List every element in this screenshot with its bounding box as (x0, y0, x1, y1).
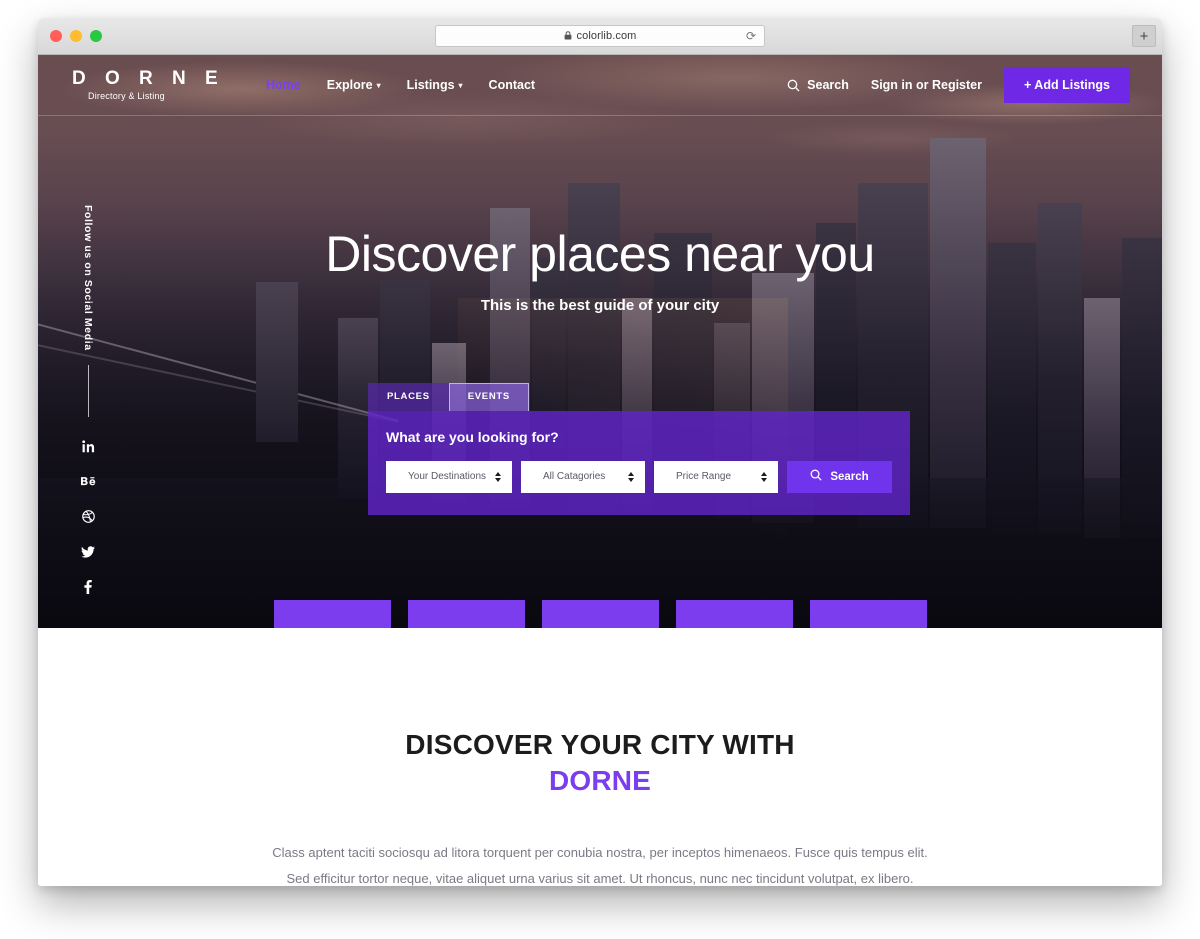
search-icon (787, 79, 800, 92)
search-question: What are you looking for? (386, 428, 559, 445)
site-header: D O R N E Directory & Listing Home Explo… (38, 55, 1162, 116)
stepper-arrows-icon (495, 471, 502, 482)
browser-titlebar: colorlib.com ⟳ + (38, 18, 1162, 55)
nav-item-home[interactable]: Home (266, 78, 301, 92)
social-rail-label: Follow us on Social Media (82, 205, 94, 351)
search-fields: Your Destinations All Catagories Price R… (386, 460, 893, 493)
hero-copy: Discover places near you This is the bes… (38, 226, 1162, 315)
category-select-value: All Catagories (543, 471, 606, 482)
tab-events[interactable]: EVENTS (448, 383, 529, 411)
logo-tagline: Directory & Listing (88, 90, 165, 101)
hero-section: D O R N E Directory & Listing Home Explo… (38, 55, 1162, 628)
new-tab-button[interactable]: + (1132, 25, 1156, 47)
minimize-window-button[interactable] (70, 30, 82, 42)
category-card-hotels[interactable]: Hotels (273, 600, 391, 628)
maximize-window-button[interactable] (90, 30, 102, 42)
nav-label-explore: Explore (326, 78, 373, 92)
site-logo[interactable]: D O R N E Directory & Listing (72, 69, 242, 101)
main-navigation: Home Explore ▾ Listings ▾ Contact (266, 78, 535, 92)
category-card-restaurants[interactable]: Restaurants (407, 600, 525, 628)
search-panel: What are you looking for? Your Destinati… (368, 410, 910, 515)
tab-places[interactable]: PLACES (368, 383, 449, 411)
category-cards: Hotels Restaurants (38, 600, 1162, 628)
chevron-down-icon: ▾ (458, 80, 463, 90)
header-search-label: Search (807, 78, 849, 92)
stepper-arrows-icon (628, 471, 635, 482)
header-search-button[interactable]: Search (787, 78, 849, 92)
hero-search-widget: PLACES EVENTS What are you looking for? … (368, 383, 910, 515)
nav-label-home: Home (266, 78, 301, 92)
close-window-button[interactable] (50, 30, 62, 42)
search-tabs: PLACES EVENTS (368, 383, 910, 411)
twitter-icon[interactable] (80, 544, 96, 560)
discover-heading-line2: DORNE (548, 764, 652, 796)
linkedin-icon[interactable] (80, 439, 96, 455)
window-controls[interactable] (50, 30, 102, 42)
browser-window: colorlib.com ⟳ + D O R N E Directory & L… (38, 18, 1162, 886)
discover-section: DISCOVER YOUR CITY WITH DORNE Class apte… (38, 628, 1162, 886)
add-listings-button[interactable]: + Add Listings (1004, 67, 1130, 103)
nav-label-listings: Listings (406, 78, 455, 92)
header-actions: Search Sign in or Register + Add Listing… (787, 67, 1130, 103)
hero-subtitle: This is the best guide of your city (480, 297, 720, 314)
nav-item-explore[interactable]: Explore ▾ (327, 78, 381, 92)
discover-body-text: Class aptent taciti sociosqu ad litora t… (272, 844, 928, 886)
hero-background-photo (38, 55, 1162, 628)
price-select-value: Price Range (676, 471, 732, 482)
stepper-arrows-icon (761, 471, 768, 482)
facebook-icon[interactable] (80, 579, 96, 595)
reload-icon[interactable]: ⟳ (746, 30, 756, 42)
behance-icon[interactable] (80, 474, 96, 490)
destination-select[interactable]: Your Destinations (386, 460, 513, 493)
rail-divider (87, 364, 89, 417)
search-submit-label: Search (830, 470, 869, 483)
url-text: colorlib.com (576, 30, 637, 42)
lock-icon (564, 30, 572, 42)
nav-item-contact[interactable]: Contact (489, 78, 536, 92)
address-bar[interactable]: colorlib.com ⟳ (435, 25, 765, 47)
nav-label-contact: Contact (488, 78, 536, 92)
category-card-beauty-spa[interactable]: Beauty & Spa (675, 600, 793, 628)
price-select[interactable]: Price Range (654, 460, 779, 493)
dribbble-icon[interactable] (80, 509, 96, 525)
signin-register-link[interactable]: Sign in or Register (871, 78, 982, 92)
page-viewport: D O R N E Directory & Listing Home Explo… (38, 55, 1162, 886)
hero-title: Discover places near you (325, 226, 875, 282)
search-icon (810, 469, 822, 484)
chevron-down-icon: ▾ (376, 80, 381, 90)
category-select[interactable]: All Catagories (521, 460, 646, 493)
category-card-shopping[interactable]: Shopping (541, 600, 659, 628)
search-submit-button[interactable]: Search (787, 460, 893, 493)
logo-name: D O R N E (72, 68, 225, 90)
social-media-rail: Follow us on Social Media (68, 205, 108, 614)
category-card-cinema[interactable]: Cinema (809, 600, 927, 628)
discover-heading-line1: DISCOVER YOUR CITY WITH (405, 729, 795, 760)
destination-select-value: Your Destinations (408, 471, 487, 482)
nav-item-listings[interactable]: Listings ▾ (407, 78, 463, 92)
